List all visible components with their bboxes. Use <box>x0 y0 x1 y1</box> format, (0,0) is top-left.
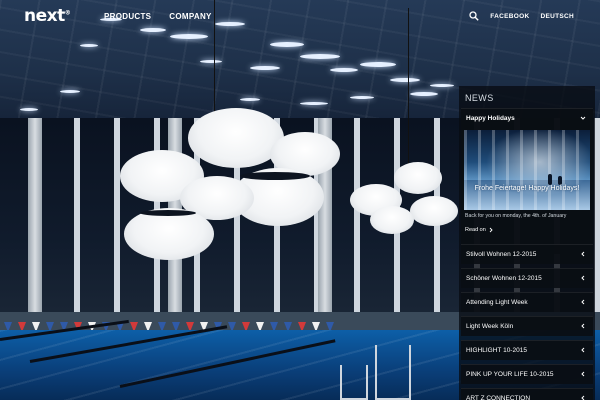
featured-news: Frohe Feiertage! Happy Holidays! Back fo… <box>461 128 593 254</box>
news-list-item[interactable]: Schöner Wohnen 12-2015 <box>461 268 593 288</box>
news-item-label: Attending Light Week <box>466 299 528 306</box>
news-heading: NEWS <box>465 93 494 103</box>
chevron-down-icon <box>580 116 586 120</box>
news-list-item[interactable]: HIGHLIGHT 10-2015 <box>461 340 593 360</box>
news-list-item[interactable]: ART Z CONNECTION <box>461 388 593 400</box>
news-item-happy-holidays[interactable]: Happy Holidays <box>461 108 593 128</box>
ceiling-light <box>20 108 38 111</box>
featured-news-image[interactable]: Frohe Feiertage! Happy Holidays! <box>464 130 590 210</box>
brand-logo[interactable]: next® <box>24 6 71 26</box>
image-caption: Frohe Feiertage! Happy Holidays! <box>474 185 580 192</box>
chevron-right-icon <box>489 227 493 233</box>
site-header: next® PRODUCTS COMPANY FACEBOOK DEUTSCH <box>0 0 600 34</box>
news-item-label: HIGHLIGHT 10-2015 <box>466 347 527 354</box>
news-item-label: Schöner Wohnen 12-2015 <box>466 275 542 282</box>
utility-nav: FACEBOOK DEUTSCH <box>469 11 574 21</box>
chevron-left-icon <box>581 275 585 281</box>
pool-ladder <box>340 365 368 400</box>
featured-news-text: Back for you on monday, the 4th. of Janu… <box>465 213 567 219</box>
news-list-item[interactable]: Stilvoll Wohnen 12-2015 <box>461 244 593 264</box>
chevron-left-icon <box>581 371 585 377</box>
language-switch-deutsch[interactable]: DEUTSCH <box>540 13 574 20</box>
read-on-label: Read on <box>465 227 486 233</box>
pendant-lamp-large <box>120 0 340 260</box>
news-item-label: Happy Holidays <box>466 115 515 122</box>
pillar <box>28 118 42 318</box>
logo-text: next <box>24 6 65 26</box>
ceiling-light <box>80 44 98 47</box>
news-item-label: ART Z CONNECTION <box>466 395 531 400</box>
ceiling-light <box>60 90 80 93</box>
news-item-label: PINK UP YOUR LIFE 10-2015 <box>466 371 554 378</box>
news-list-item[interactable]: PINK UP YOUR LIFE 10-2015 <box>461 364 593 384</box>
news-list-item[interactable]: Attending Light Week <box>461 292 593 312</box>
news-item-label: Stilvoll Wohnen 12-2015 <box>466 251 537 258</box>
chevron-left-icon <box>581 395 585 400</box>
read-on-link[interactable]: Read on <box>465 227 493 233</box>
pool-lane <box>119 339 336 388</box>
nav-company[interactable]: COMPANY <box>169 12 211 21</box>
chevron-left-icon <box>581 347 585 353</box>
news-item-label: Light Week Köln <box>466 323 514 330</box>
facebook-link[interactable]: FACEBOOK <box>490 13 529 20</box>
chevron-left-icon <box>581 323 585 329</box>
pendant-lamp-small <box>350 0 460 240</box>
chevron-left-icon <box>581 299 585 305</box>
search-icon[interactable] <box>469 11 479 21</box>
news-sidebar: NEWS Happy Holidays Frohe Feiertage! Hap… <box>459 86 595 400</box>
nav-products[interactable]: PRODUCTS <box>104 12 151 21</box>
news-list-item[interactable]: Light Week Köln <box>461 316 593 336</box>
logo-registered-mark: ® <box>64 9 71 17</box>
pool-ladder <box>375 345 411 400</box>
main-nav: PRODUCTS COMPANY <box>104 12 212 21</box>
chevron-left-icon <box>581 251 585 257</box>
